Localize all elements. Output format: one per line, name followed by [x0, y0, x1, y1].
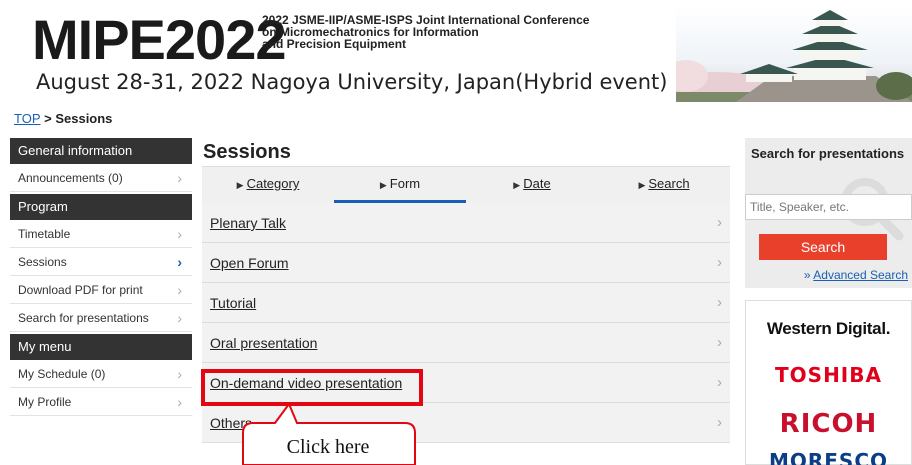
advanced-search-link[interactable]: » Advanced Search [804, 268, 908, 282]
tab-category[interactable]: ▶ Category [202, 167, 334, 203]
chevron-right-icon: › [717, 374, 722, 391]
sidebar-item-download-pdf[interactable]: Download PDF for print › [10, 276, 192, 304]
callout-text: Click here [286, 436, 370, 458]
site-header: MIPE2022 2022 JSME-IIP/ASME-ISPS Joint I… [0, 0, 912, 108]
sidebar-item-label: Timetable [18, 227, 71, 241]
sidebar-item-label: Search for presentations [18, 311, 149, 325]
triangle-right-icon: ▶ [513, 180, 521, 190]
nagoya-castle-image [676, 6, 912, 102]
sidebar-item-my-schedule[interactable]: My Schedule (0) › [10, 360, 192, 388]
sidebar-item-label: Download PDF for print [18, 283, 143, 297]
breadcrumb-separator: > [40, 111, 56, 126]
tab-label: Category [246, 176, 300, 191]
sponsor-ricoh-logo[interactable]: RICOH [746, 409, 911, 439]
chevron-right-icon: › [177, 170, 182, 186]
tab-search[interactable]: ▶ Search [598, 167, 730, 203]
tab-label: Search [648, 176, 690, 191]
sidebar-item-search-presentations[interactable]: Search for presentations › [10, 304, 192, 332]
tab-date[interactable]: ▶ Date [466, 167, 598, 203]
tab-label: Form [389, 176, 421, 191]
conference-name-line: and Precision Equipment [262, 37, 407, 51]
triangle-right-icon: ▶ [236, 180, 244, 190]
sidebar-item-label: Sessions [18, 255, 67, 269]
session-label: Open Forum [210, 255, 289, 271]
search-title: Search for presentations [751, 146, 905, 161]
sponsor-moresco-logo[interactable]: MORESCO [746, 449, 911, 465]
sidebar-item-label: My Profile [18, 395, 72, 409]
sidebar-item-timetable[interactable]: Timetable › [10, 220, 192, 248]
site-logo[interactable]: MIPE2022 [32, 12, 286, 68]
sidebar-item-label: Announcements (0) [18, 171, 123, 185]
conference-name: 2022 JSME-IIP/ASME-ISPS Joint Internatio… [262, 14, 622, 50]
chevron-right-icon: › [717, 334, 722, 351]
chevron-right-icon: › [177, 254, 182, 270]
conference-date-location: August 28-31, 2022 Nagoya University, Ja… [36, 70, 668, 94]
chevron-right-icon: › [717, 414, 722, 431]
triangle-right-icon: ▶ [379, 180, 387, 190]
chevron-right-icon: › [177, 282, 182, 298]
session-item-tutorial[interactable]: Tutorial › [202, 283, 730, 323]
sidebar-heading-general-information: General information [10, 138, 192, 164]
session-tabs: ▶ Category ▶ Form ▶ Date ▶ Search [202, 166, 730, 203]
chevron-right-icon: › [717, 254, 722, 271]
session-label: Tutorial [210, 295, 257, 311]
sidebar-item-my-profile[interactable]: My Profile › [10, 388, 192, 416]
sponsor-logos: Western Digital. TOSHIBA RICOH MORESCO [745, 300, 912, 465]
advanced-search-prefix: » [803, 268, 814, 282]
search-input[interactable] [745, 194, 912, 220]
sidebar-item-sessions[interactable]: Sessions › [10, 248, 192, 276]
sidebar-item-label: My Schedule (0) [18, 367, 106, 381]
sponsor-western-digital-logo[interactable]: Western Digital. [746, 319, 911, 339]
session-label: Oral presentation [210, 335, 318, 351]
session-item-open-forum[interactable]: Open Forum › [202, 243, 730, 283]
chevron-right-icon: › [717, 214, 722, 231]
sidebar-heading-program: Program [10, 194, 192, 220]
chevron-right-icon: › [177, 310, 182, 326]
chevron-right-icon: › [177, 394, 182, 410]
search-panel: Search for presentations Search » Advanc… [745, 138, 912, 288]
advanced-search-label: Advanced Search [813, 268, 908, 282]
search-button[interactable]: Search [759, 234, 887, 260]
sidebar-item-announcements[interactable]: Announcements (0) › [10, 164, 192, 192]
breadcrumb: TOP > Sessions [14, 111, 112, 126]
sidebar-heading-my-menu: My menu [10, 334, 192, 360]
tab-form[interactable]: ▶ Form [334, 167, 466, 203]
session-item-oral-presentation[interactable]: Oral presentation › [202, 323, 730, 363]
breadcrumb-current: Sessions [55, 111, 113, 126]
sponsor-toshiba-logo[interactable]: TOSHIBA [746, 363, 911, 387]
session-label: Plenary Talk [210, 215, 287, 231]
breadcrumb-top-link[interactable]: TOP [14, 111, 41, 126]
chevron-right-icon: › [717, 294, 722, 311]
session-item-plenary-talk[interactable]: Plenary Talk › [202, 203, 730, 243]
left-sidebar: General information Announcements (0) › … [10, 138, 192, 416]
triangle-right-icon: ▶ [638, 180, 646, 190]
highlight-box [201, 369, 423, 406]
chevron-right-icon: › [177, 366, 182, 382]
tab-label: Date [523, 176, 551, 191]
chevron-right-icon: › [177, 226, 182, 242]
page-title: Sessions [203, 141, 291, 163]
